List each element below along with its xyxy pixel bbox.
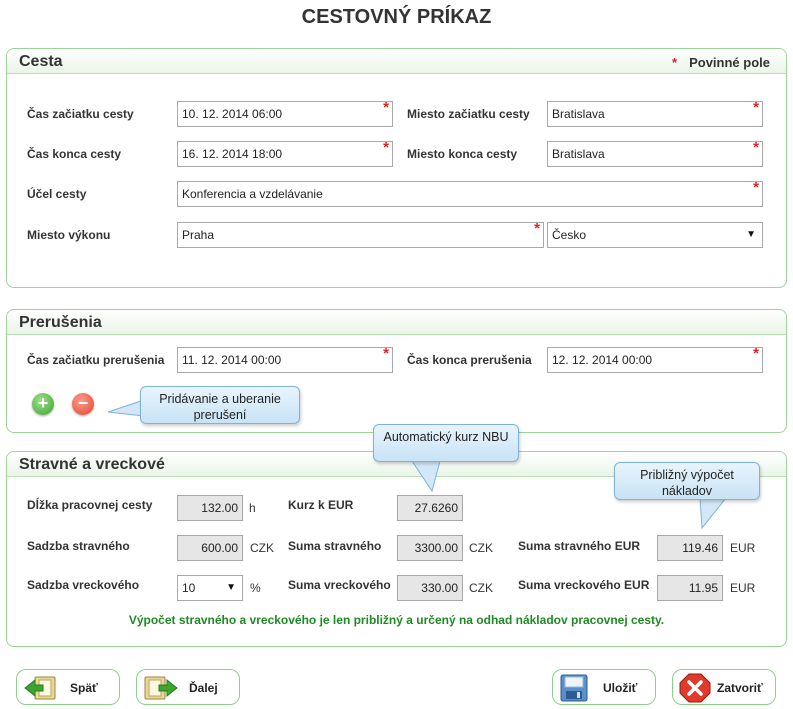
exchange-rate-callout: Automatický kurz NBU [373, 424, 519, 462]
purpose-input[interactable]: Konferencia a vzdelávanie [177, 180, 763, 207]
interruption-start-input[interactable]: 11. 12. 2014 00:00 [177, 346, 393, 373]
interruption-start-label: Čas začiatku prerušenia [27, 353, 165, 367]
costs-callout: Približný výpočet nákladov [614, 462, 760, 500]
save-icon [560, 674, 588, 702]
dropdown-arrow-icon: ▼ [746, 229, 756, 240]
trip-length-unit: h [249, 501, 256, 515]
calculation-note: Výpočet stravného a vreckového je len pr… [128, 613, 665, 627]
save-button[interactable]: Uložiť [552, 669, 656, 705]
interruptions-panel-header: Prerušenia [7, 310, 786, 335]
required-note-label: Povinné pole [689, 55, 770, 70]
close-button[interactable]: Zatvoriť [672, 669, 776, 705]
required-star: * [672, 55, 678, 70]
trip-panel-title: Cesta [19, 53, 63, 70]
meal-sum-field: 3300.00 [397, 535, 463, 561]
add-interruption-button[interactable]: + [32, 393, 54, 415]
pocket-eur-unit: EUR [730, 581, 756, 595]
close-button-label: Zatvoriť [717, 681, 763, 695]
pocket-rate-select[interactable]: 10 ▼ [177, 575, 243, 601]
pocket-eur-field: 11.95 [657, 575, 723, 601]
allowances-panel-title: Stravné a vreckové [19, 456, 165, 473]
next-button-label: Ďalej [189, 681, 218, 695]
trip-panel: Cesta * Povinné pole [6, 48, 787, 288]
pocket-eur-label: Suma vreckového EUR [518, 578, 650, 592]
dropdown-arrow-icon: ▼ [226, 582, 236, 593]
pocket-sum-unit: CZK [469, 581, 493, 595]
start-time-label: Čas začiatku cesty [27, 107, 134, 121]
arrow-left-icon [24, 676, 56, 700]
pocket-rate-unit: % [250, 581, 261, 595]
meal-rate-unit: CZK [250, 541, 274, 555]
pocket-sum-label: Suma vreckového [288, 578, 391, 592]
callout-pointer [411, 460, 441, 493]
remove-interruption-button[interactable]: − [72, 393, 94, 415]
interruptions-panel-title: Prerušenia [19, 314, 102, 331]
interruption-end-input[interactable]: 12. 12. 2014 00:00 [547, 346, 763, 373]
trip-panel-header: Cesta * Povinné pole [7, 49, 786, 74]
end-time-input[interactable]: 16. 12. 2014 18:00 [177, 140, 393, 167]
start-time-input[interactable]: 10. 12. 2014 06:00 [177, 100, 393, 127]
page-title: CESTOVNÝ PRÍKAZ [301, 6, 492, 28]
start-place-label: Miesto začiatku cesty [407, 107, 530, 121]
meal-eur-label: Suma stravného EUR [518, 539, 641, 553]
callout-pointer [699, 497, 728, 530]
back-button[interactable]: Späť [16, 669, 120, 705]
meal-rate-label: Sadzba stravného [27, 539, 130, 553]
required-note: * Povinné pole [672, 55, 770, 70]
end-time-label: Čas konca cesty [27, 147, 122, 161]
trip-length-field: 132.00 [177, 495, 243, 521]
work-place-label: Miesto výkonu [27, 228, 111, 242]
exchange-rate-field: 27.6260 [397, 495, 463, 521]
trip-length-label: Dĺžka pracovnej cesty [27, 498, 153, 512]
interruptions-callout: Pridávanie a uberanie prerušení [140, 386, 300, 424]
country-select[interactable]: Česko ▼ [547, 222, 763, 248]
close-icon [679, 673, 711, 703]
meal-sum-unit: CZK [469, 541, 493, 555]
callout-pointer [108, 399, 144, 417]
meal-eur-unit: EUR [730, 541, 756, 555]
exchange-rate-label: Kurz k EUR [288, 498, 354, 512]
arrow-right-icon [144, 676, 178, 700]
back-button-label: Späť [70, 681, 98, 695]
meal-eur-field: 119.46 [657, 535, 723, 561]
start-place-input[interactable]: Bratislava [547, 100, 763, 127]
purpose-label: Účel cesty [27, 187, 87, 201]
pocket-rate-label: Sadzba vreckového [27, 578, 140, 592]
interruption-end-label: Čas konca prerušenia [407, 353, 532, 367]
meal-rate-field: 600.00 [177, 535, 243, 561]
end-place-input[interactable]: Bratislava [547, 140, 763, 167]
country-select-value: Česko [552, 228, 587, 242]
meal-sum-label: Suma stravného [288, 539, 382, 553]
pocket-sum-field: 330.00 [397, 575, 463, 601]
end-place-label: Miesto konca cesty [407, 147, 518, 161]
next-button[interactable]: Ďalej [136, 669, 240, 705]
save-button-label: Uložiť [603, 681, 638, 695]
work-place-input[interactable]: Praha [177, 221, 544, 248]
pocket-rate-value: 10 [182, 581, 196, 595]
